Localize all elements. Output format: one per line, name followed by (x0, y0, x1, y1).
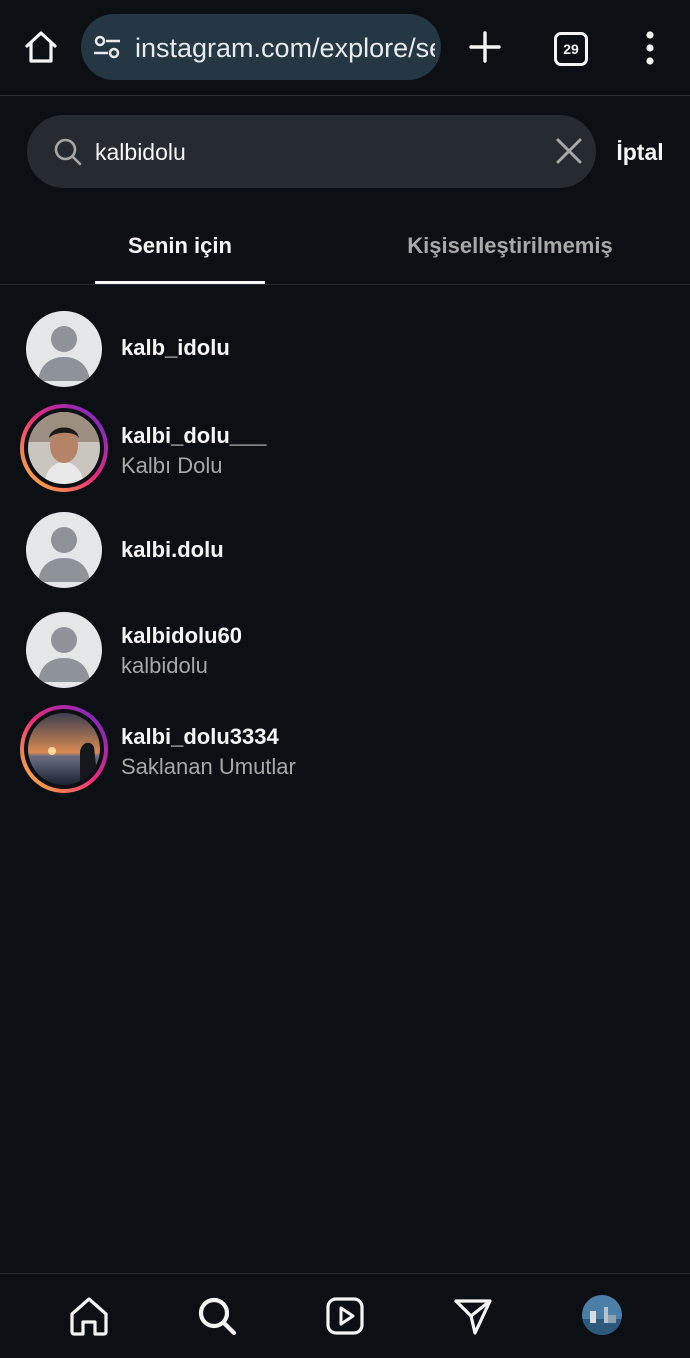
result-full-name: Saklanan Umutlar (121, 754, 296, 779)
result-username: kalbi.dolu (121, 537, 224, 562)
clear-search-icon[interactable] (555, 137, 583, 165)
avatar[interactable] (20, 404, 108, 492)
tab-switcher-button[interactable]: 29 (554, 32, 588, 66)
search-input[interactable]: kalbidolu (95, 135, 535, 169)
direct-message-icon[interactable] (451, 1294, 495, 1338)
result-username: kalbidolu60 (121, 623, 243, 648)
result-username: kalbi_dolu___ (121, 423, 267, 448)
default-avatar-icon (26, 512, 102, 588)
search-result[interactable]: kalbi_dolu___ Kalbı Dolu (0, 402, 690, 498)
cancel-button[interactable]: İptal (605, 134, 675, 170)
result-full-name: Kalbı Dolu (121, 453, 223, 478)
more-menu-icon[interactable] (640, 30, 660, 66)
search-result[interactable]: kalbi_dolu3334 Saklanan Umutlar (0, 703, 690, 799)
reels-icon[interactable] (323, 1294, 367, 1338)
avatar[interactable] (20, 606, 108, 694)
home-icon[interactable] (67, 1294, 111, 1338)
avatar[interactable] (20, 705, 108, 793)
search-icon (54, 138, 82, 166)
default-avatar-icon (26, 311, 102, 387)
default-avatar-icon (26, 612, 102, 688)
avatar[interactable] (20, 305, 108, 393)
result-full-name: kalbidolu (121, 653, 208, 678)
profile-avatar[interactable] (582, 1295, 622, 1335)
avatar[interactable] (20, 506, 108, 594)
search-field[interactable]: kalbidolu (27, 115, 596, 188)
tab-for-you[interactable]: Senin için (95, 200, 265, 284)
result-username: kalb_idolu (121, 335, 230, 360)
sunset-photo-icon (28, 713, 100, 785)
new-tab-icon[interactable] (466, 28, 504, 66)
search-icon[interactable] (195, 1294, 239, 1338)
tab-not-personalized[interactable]: Kişiselleştirilmemiş (395, 200, 625, 284)
bottom-navigation (0, 1273, 690, 1358)
home-icon[interactable] (22, 28, 60, 66)
search-result[interactable]: kalbidolu60 kalbidolu (0, 603, 690, 699)
address-bar[interactable]: instagram.com/explore/search/ (81, 14, 441, 80)
url-text: instagram.com/explore/search/ (135, 33, 435, 63)
result-username: kalbi_dolu3334 (121, 724, 279, 749)
search-tabs: Senin için Kişiselleştirilmemiş (0, 200, 690, 285)
site-settings-icon[interactable] (93, 34, 121, 60)
search-result[interactable]: kalb_idolu (0, 301, 690, 397)
man-photo-icon (28, 412, 100, 484)
browser-toolbar: instagram.com/explore/search/ 29 (0, 0, 690, 96)
story-ring (20, 404, 108, 492)
story-ring (20, 705, 108, 793)
search-result[interactable]: kalbi.dolu (0, 502, 690, 598)
